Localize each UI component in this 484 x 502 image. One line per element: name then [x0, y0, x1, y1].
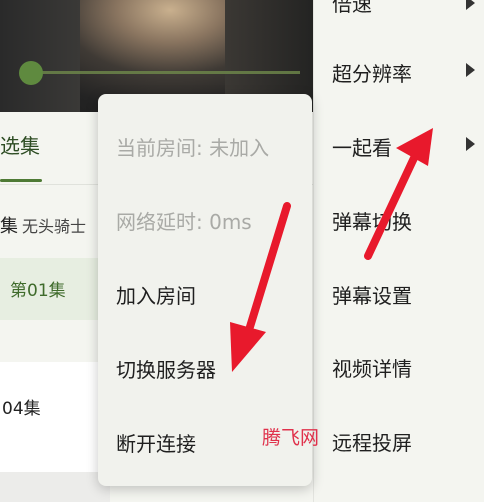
annotation-arrows: [230, 128, 433, 372]
arrow-to-switch-server: [230, 202, 291, 372]
watermark: 腾飞网: [262, 427, 320, 449]
arrow-to-watch-together: [364, 128, 433, 260]
